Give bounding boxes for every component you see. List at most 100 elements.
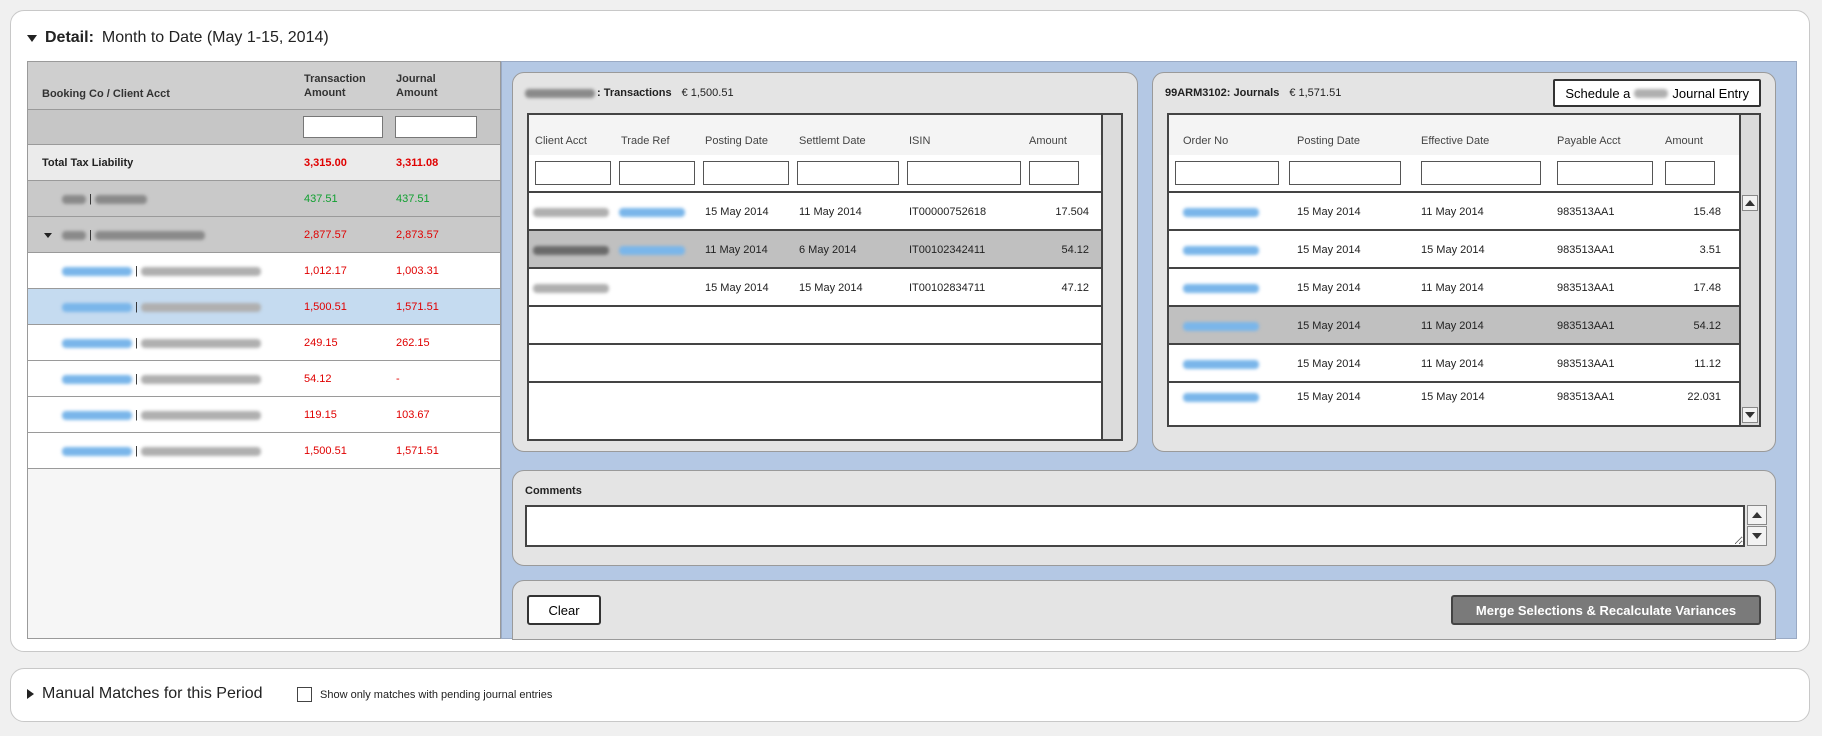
- transaction-amount-filter[interactable]: [303, 116, 383, 138]
- transaction-row[interactable]: 11 May 2014 6 May 2014 IT00102342411 54.…: [529, 231, 1103, 269]
- comments-label: Comments: [525, 485, 582, 497]
- detail-header[interactable]: Detail: Month to Date (May 1-15, 2014): [27, 29, 329, 47]
- manual-matches-header[interactable]: Manual Matches for this Period: [27, 685, 263, 703]
- client-acct-row[interactable]: | 119.15 103.67: [28, 397, 500, 433]
- transactions-filter-row: [529, 155, 1103, 193]
- posting-date: 15 May 2014: [1297, 206, 1361, 218]
- scroll-up-icon[interactable]: [1742, 195, 1758, 211]
- booking-co-row[interactable]: | 2,877.57 2,873.57: [28, 217, 500, 253]
- col-effective-date[interactable]: Effective Date: [1421, 135, 1489, 147]
- posting-date: 15 May 2014: [1297, 358, 1361, 370]
- effective-date-filter[interactable]: [1421, 161, 1541, 185]
- row-journal-amount: 103.67: [396, 409, 430, 421]
- isin: IT00000752618: [909, 206, 987, 218]
- pending-only-label: Show only matches with pending journal e…: [320, 688, 553, 701]
- booking-filter-row: [28, 110, 500, 145]
- transactions-scrollbar[interactable]: [1101, 115, 1121, 439]
- payable-acct: 983513AA1: [1557, 358, 1615, 370]
- posting-date-filter[interactable]: [703, 161, 789, 185]
- client-acct-label: |: [62, 301, 261, 313]
- posting-date: 15 May 2014: [1297, 282, 1361, 294]
- order-no-filter[interactable]: [1175, 161, 1279, 185]
- journal-amount-filter[interactable]: [395, 116, 477, 138]
- scroll-down-icon[interactable]: [1742, 407, 1758, 423]
- header-journal-amount: Journal Amount: [396, 73, 438, 99]
- amount: 22.031: [1687, 391, 1721, 403]
- manual-matches-panel: Manual Matches for this Period Show only…: [10, 668, 1810, 722]
- settlement-date-filter[interactable]: [797, 161, 899, 185]
- col-amount[interactable]: Amount: [1665, 135, 1703, 147]
- merge-recalculate-button[interactable]: Merge Selections & Recalculate Variances: [1451, 595, 1761, 625]
- transaction-row[interactable]: 15 May 2014 15 May 2014 IT00102834711 47…: [529, 269, 1103, 307]
- amount: 54.12: [1693, 320, 1721, 332]
- amount: 17.48: [1693, 282, 1721, 294]
- col-payable-acct[interactable]: Payable Acct: [1557, 135, 1621, 147]
- total-tax-liability-row[interactable]: Total Tax Liability 3,315.00 3,311.08: [28, 145, 500, 181]
- total-label: Total Tax Liability: [42, 157, 134, 169]
- comments-textarea[interactable]: [525, 505, 1745, 547]
- client-acct-row[interactable]: | 54.12 -: [28, 361, 500, 397]
- row-transaction-amount: 54.12: [304, 373, 332, 385]
- header-transaction-amount: Transaction Amount: [304, 73, 366, 99]
- expand-triangle-icon[interactable]: [44, 232, 52, 238]
- expand-triangle-icon[interactable]: [27, 689, 34, 699]
- header-booking-co: Booking Co / Client Acct: [42, 88, 170, 100]
- journals-scrollbar[interactable]: [1739, 115, 1759, 425]
- journal-row[interactable]: 15 May 2014 15 May 2014 983513AA1 22.031: [1169, 383, 1741, 413]
- effective-date: 11 May 2014: [1421, 320, 1484, 332]
- client-acct-row[interactable]: | 1,500.51 1,571.51: [28, 433, 500, 469]
- journal-row[interactable]: 15 May 2014 11 May 2014 983513AA1 17.48: [1169, 269, 1741, 307]
- payable-acct: 983513AA1: [1557, 282, 1615, 294]
- transaction-row-empty[interactable]: [529, 307, 1103, 345]
- client-acct-label: |: [62, 373, 261, 385]
- journal-row[interactable]: 15 May 2014 11 May 2014 983513AA1 11.12: [1169, 345, 1741, 383]
- total-transaction-amount: 3,315.00: [304, 157, 347, 169]
- pending-journal-filter[interactable]: Show only matches with pending journal e…: [297, 687, 552, 702]
- posting-date: 15 May 2014: [1297, 244, 1361, 256]
- booking-co-row[interactable]: | 437.51 437.51: [28, 181, 500, 217]
- col-posting-date[interactable]: Posting Date: [705, 135, 768, 147]
- transactions-title: : Transactions € 1,500.51: [525, 87, 734, 99]
- posting-date: 15 May 2014: [1297, 320, 1361, 332]
- journal-row[interactable]: 15 May 2014 15 May 2014 983513AA1 3.51: [1169, 231, 1741, 269]
- clear-button[interactable]: Clear: [527, 595, 601, 625]
- col-client-acct[interactable]: Client Acct: [535, 135, 587, 147]
- client-acct-filter[interactable]: [535, 161, 611, 185]
- scroll-down-icon[interactable]: [1747, 526, 1767, 546]
- trade-ref-filter[interactable]: [619, 161, 695, 185]
- collapse-triangle-icon[interactable]: [27, 34, 37, 42]
- comments-scrollbar[interactable]: [1747, 505, 1767, 547]
- isin: IT00102342411: [909, 244, 986, 256]
- col-trade-ref[interactable]: Trade Ref: [621, 135, 670, 147]
- col-amount[interactable]: Amount: [1029, 135, 1067, 147]
- col-order-no[interactable]: Order No: [1183, 135, 1228, 147]
- row-transaction-amount: 2,877.57: [304, 229, 347, 241]
- pending-only-checkbox[interactable]: [297, 687, 312, 702]
- row-journal-amount: 262.15: [396, 337, 430, 349]
- posting-date: 15 May 2014: [705, 206, 769, 218]
- posting-date-filter[interactable]: [1289, 161, 1401, 185]
- col-isin[interactable]: ISIN: [909, 135, 930, 147]
- amount-filter[interactable]: [1029, 161, 1079, 185]
- isin-filter[interactable]: [907, 161, 1021, 185]
- journals-grid-header: Order No Posting Date Effective Date Pay…: [1169, 115, 1741, 155]
- journals-panel: 99ARM3102: Journals € 1,571.51 Schedule …: [1152, 72, 1776, 452]
- transaction-row-empty[interactable]: [529, 345, 1103, 383]
- transaction-row[interactable]: 15 May 2014 11 May 2014 IT00000752618 17…: [529, 193, 1103, 231]
- client-acct-label: |: [62, 409, 261, 421]
- journal-row[interactable]: 15 May 2014 11 May 2014 983513AA1 15.48: [1169, 193, 1741, 231]
- journals-grid: Order No Posting Date Effective Date Pay…: [1167, 113, 1761, 427]
- row-journal-amount: 1,571.51: [396, 301, 439, 313]
- scroll-up-icon[interactable]: [1747, 505, 1767, 525]
- amount-filter[interactable]: [1665, 161, 1715, 185]
- col-posting-date[interactable]: Posting Date: [1297, 135, 1360, 147]
- payable-acct-filter[interactable]: [1557, 161, 1653, 185]
- client-acct-row[interactable]: | 1,012.17 1,003.31: [28, 253, 500, 289]
- client-acct-row[interactable]: | 1,500.51 1,571.51: [28, 289, 500, 325]
- client-acct-row[interactable]: | 249.15 262.15: [28, 325, 500, 361]
- col-settlement-date[interactable]: Settlemt Date: [799, 135, 866, 147]
- client-acct-label: |: [62, 337, 261, 349]
- journals-title-text: 99ARM3102: Journals: [1165, 87, 1280, 99]
- journal-row[interactable]: 15 May 2014 11 May 2014 983513AA1 54.12: [1169, 307, 1741, 345]
- schedule-journal-entry-button[interactable]: Schedule a Journal Entry: [1553, 79, 1761, 107]
